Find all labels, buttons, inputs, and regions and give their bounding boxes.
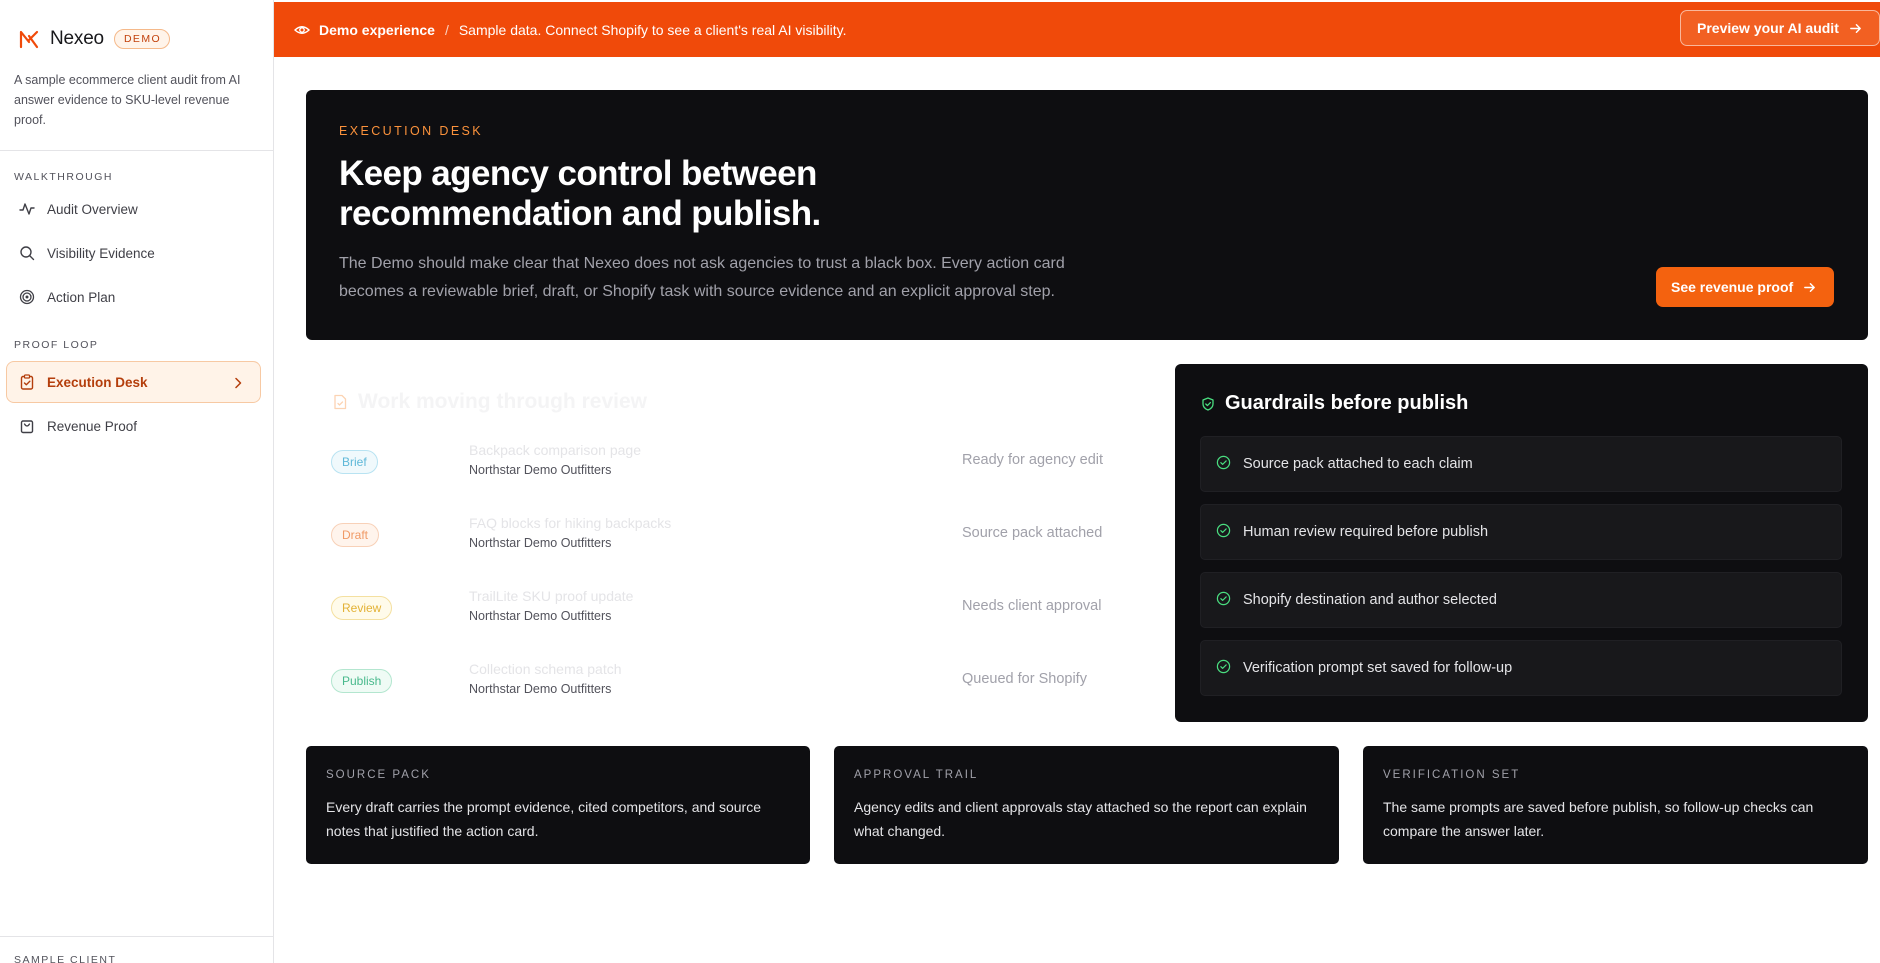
approval-trail-card: APPROVAL TRAIL Agency edits and client a…	[834, 746, 1339, 864]
hero-eyebrow: EXECUTION DESK	[339, 124, 484, 138]
sidebar-item-visibility-evidence[interactable]: Visibility Evidence	[6, 232, 261, 274]
task-client: Northstar Demo Outfitters	[469, 463, 612, 477]
sidebar-item-label: Action Plan	[47, 289, 116, 305]
sidebar: Nexeo DEMO A sample ecommerce client aud…	[0, 0, 274, 963]
check-circle-icon	[1216, 591, 1231, 605]
guardrail-item: Human review required before publish	[1200, 504, 1842, 560]
sidebar-item-label: Audit Overview	[47, 201, 138, 217]
sample-client-label: SAMPLE CLIENT	[14, 954, 117, 963]
check-circle-icon	[1216, 523, 1231, 537]
chevron-right-icon	[235, 377, 242, 389]
table-row[interactable]: Review TrailLite SKU proof update Norths…	[331, 588, 1151, 640]
card-label: APPROVAL TRAIL	[854, 769, 979, 781]
guardrail-text: Human review required before publish	[1243, 524, 1489, 540]
banner-text: Sample data. Connect Shopify to see a cl…	[458, 21, 847, 38]
sidebar-footer-divider	[0, 936, 273, 937]
demo-badge: DEMO	[113, 29, 171, 49]
page-title: Keep agency control between recommendati…	[339, 154, 821, 233]
guardrail-text: Source pack attached to each claim	[1243, 456, 1473, 472]
task-title: TrailLite SKU proof update	[469, 588, 634, 604]
task-status: Needs client approval	[962, 598, 1102, 614]
see-revenue-proof-button[interactable]: See revenue proof	[1656, 267, 1834, 307]
review-queue: Work moving through review Brief Backpac…	[306, 364, 1160, 724]
hero-panel: EXECUTION DESK Keep agency control betwe…	[306, 90, 1868, 340]
brand-description: A sample ecommerce client audit from AI …	[14, 73, 241, 127]
sidebar-item-action-plan[interactable]: Action Plan	[6, 276, 261, 318]
sidebar-item-label: Revenue Proof	[47, 418, 138, 434]
clipboard-check-icon	[20, 374, 34, 390]
table-row[interactable]: Draft FAQ blocks for hiking backpacks No…	[331, 515, 1151, 567]
button-label: See revenue proof	[1671, 279, 1794, 295]
arrow-right-icon	[1804, 282, 1816, 292]
nexeo-logo-icon	[19, 30, 39, 49]
guardrail-item: Source pack attached to each claim	[1200, 436, 1842, 492]
banner-title: Demo experience	[319, 21, 435, 38]
card-label: VERIFICATION SET	[1383, 769, 1521, 781]
review-queue-title: Work moving through review	[332, 390, 647, 414]
banner-separator: /	[444, 21, 449, 38]
card-label: SOURCE PACK	[326, 769, 431, 781]
card-text: Agency edits and client approvals stay a…	[854, 799, 1307, 839]
activity-icon	[19, 203, 35, 215]
status-badge: Draft	[331, 523, 380, 547]
task-client: Northstar Demo Outfitters	[469, 682, 612, 696]
task-title: Backpack comparison page	[469, 442, 641, 458]
verification-set-card: VERIFICATION SET The same prompts are sa…	[1363, 746, 1868, 864]
card-text: Every draft carries the prompt evidence,…	[326, 799, 761, 839]
sidebar-item-label: Visibility Evidence	[47, 245, 155, 261]
guardrail-text: Verification prompt set saved for follow…	[1243, 660, 1513, 676]
task-client: Northstar Demo Outfitters	[469, 609, 612, 623]
table-row[interactable]: Publish Collection schema patch Northsta…	[331, 661, 1151, 713]
guardrail-item: Verification prompt set saved for follow…	[1200, 640, 1842, 696]
check-circle-icon	[1216, 455, 1231, 469]
eye-icon	[294, 25, 310, 34]
task-status: Ready for agency edit	[962, 452, 1104, 468]
target-icon	[19, 289, 35, 305]
shopping-bag-icon	[20, 420, 34, 434]
section-label-walkthrough: WALKTHROUGH	[14, 171, 113, 183]
guardrails-panel: Guardrails before publish Source pack at…	[1175, 364, 1868, 722]
review-queue-title-text: Work moving through review	[358, 390, 647, 413]
section-label-proof-loop: PROOF LOOP	[14, 339, 99, 351]
task-title: FAQ blocks for hiking backpacks	[469, 515, 672, 531]
sidebar-item-audit-overview[interactable]: Audit Overview	[6, 188, 261, 230]
status-badge: Publish	[331, 669, 393, 693]
table-row[interactable]: Brief Backpack comparison page Northstar…	[331, 442, 1151, 494]
status-badge: Review	[331, 596, 393, 620]
task-client: Northstar Demo Outfitters	[469, 536, 612, 550]
app: Nexeo DEMO A sample ecommerce client aud…	[0, 0, 1880, 963]
sidebar-divider	[0, 150, 273, 151]
task-status: Queued for Shopify	[962, 671, 1087, 687]
search-icon	[20, 246, 35, 261]
file-icon	[334, 394, 347, 410]
sidebar-item-execution-desk[interactable]: Execution Desk	[6, 361, 261, 403]
hero-description: The Demo should make clear that Nexeo do…	[339, 255, 1065, 300]
guardrail-text: Shopify destination and author selected	[1243, 592, 1497, 608]
button-label: Preview your AI audit	[1697, 20, 1839, 36]
preview-ai-audit-button[interactable]: Preview your AI audit	[1680, 10, 1880, 46]
guardrails-title-text: Guardrails before publish	[1225, 392, 1469, 414]
guardrail-item: Shopify destination and author selected	[1200, 572, 1842, 628]
brand[interactable]: Nexeo DEMO	[18, 28, 171, 50]
brand-name: Nexeo	[50, 28, 104, 49]
demo-banner: Demo experience / Sample data. Connect S…	[274, 2, 1880, 57]
card-text: The same prompts are saved before publis…	[1383, 799, 1814, 839]
shield-check-icon	[1202, 396, 1214, 411]
source-pack-card: SOURCE PACK Every draft carries the prom…	[306, 746, 810, 864]
sidebar-item-label: Execution Desk	[47, 374, 148, 390]
task-title: Collection schema patch	[469, 661, 622, 677]
guardrails-title: Guardrails before publish	[1201, 392, 1468, 415]
status-badge: Brief	[331, 450, 378, 474]
task-status: Source pack attached	[962, 525, 1103, 541]
sidebar-item-revenue-proof[interactable]: Revenue Proof	[6, 405, 261, 447]
arrow-right-icon	[1849, 23, 1861, 33]
check-circle-icon	[1216, 659, 1231, 673]
